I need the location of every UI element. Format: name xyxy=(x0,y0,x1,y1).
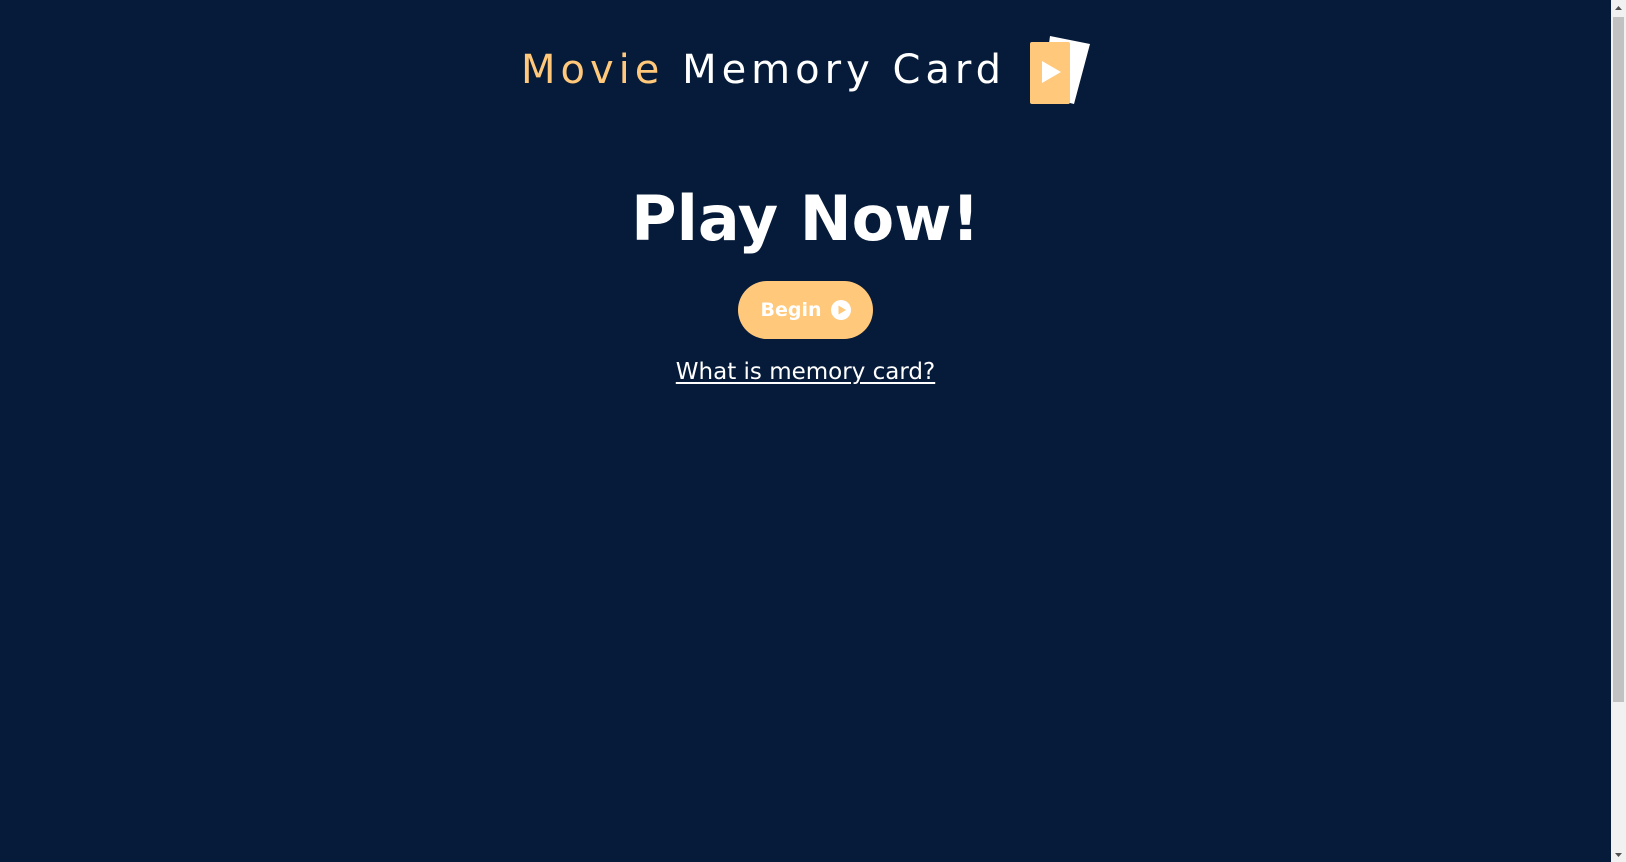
logo: Movie Memory Card xyxy=(521,34,1091,106)
header: Movie Memory Card xyxy=(0,30,1611,110)
scrollbar-thumb[interactable] xyxy=(1613,17,1624,702)
app-title-accent: Movie xyxy=(520,47,665,93)
app-title-rest: Memory Card xyxy=(682,47,1007,93)
play-circle-icon xyxy=(830,300,851,321)
app-title: Movie Memory Card xyxy=(521,50,1006,90)
page-title: Play Now! xyxy=(631,182,980,255)
play-card-icon xyxy=(1030,36,1091,104)
vertical-scrollbar[interactable] xyxy=(1611,0,1626,862)
scroll-up-arrow-icon[interactable] xyxy=(1611,0,1626,15)
scroll-down-arrow-icon[interactable] xyxy=(1611,847,1626,862)
what-is-memory-card-link[interactable]: What is memory card? xyxy=(676,359,935,385)
begin-button-label: Begin xyxy=(760,299,822,322)
begin-button[interactable]: Begin xyxy=(738,281,873,340)
main-content: Movie Memory Card Play Now! Begin What i… xyxy=(0,0,1611,862)
page: Movie Memory Card Play Now! Begin What i… xyxy=(0,0,1626,862)
hero-section: Play Now! Begin What is memory card? xyxy=(0,182,1611,385)
